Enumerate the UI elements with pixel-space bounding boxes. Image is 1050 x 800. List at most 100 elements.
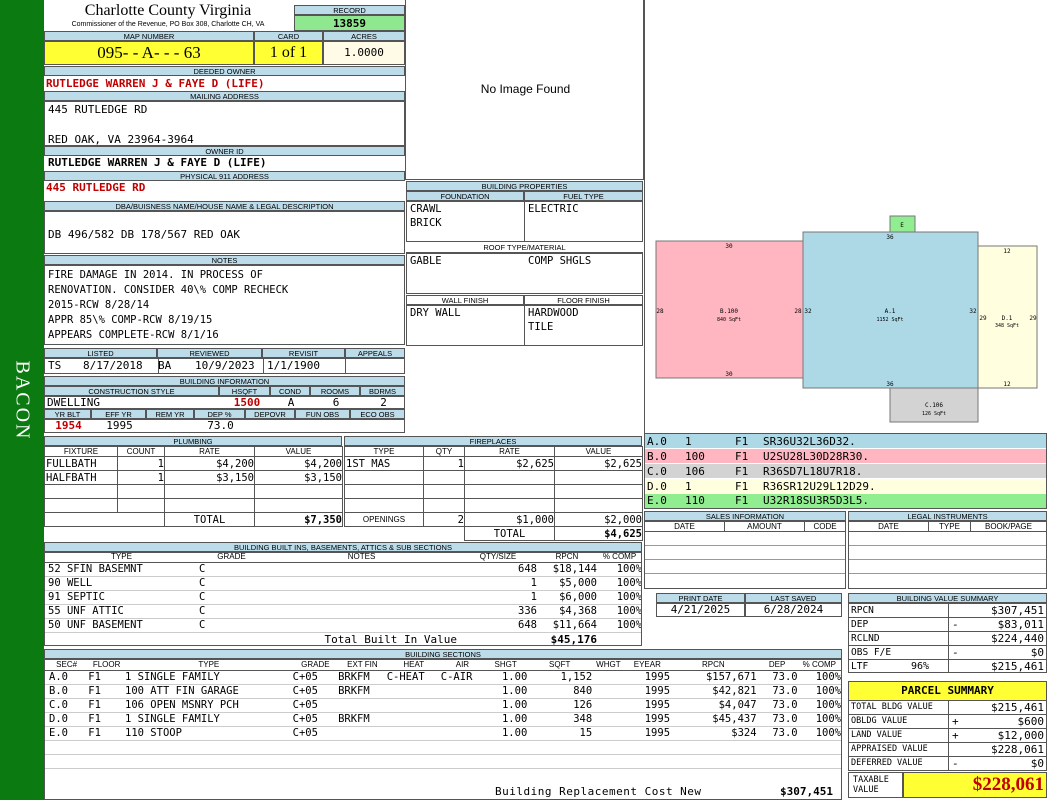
- built-in-type: 55 UNF ATTIC: [48, 605, 124, 617]
- fireplace-type: 1ST MAS: [344, 456, 424, 471]
- effyr-value: 1995: [106, 419, 133, 432]
- fireplace-header: VALUE: [554, 446, 643, 457]
- value-summary-label-text: OBS F/E: [851, 647, 892, 658]
- listed-label: LISTED: [44, 348, 157, 358]
- building-info-row: DWELLING 1500 A 6 2: [44, 396, 405, 409]
- sketch-code-num: 106: [685, 465, 705, 478]
- section-row: C.0 F1 106 OPEN MSNRY PCH C+05 1.00 126 …: [45, 698, 841, 712]
- section-cell: C+05: [292, 671, 318, 683]
- built-in-row: 91 SEPTIC C 1 $6,000 100%: [44, 590, 642, 604]
- section-cell: 73.0: [772, 685, 798, 697]
- building-sketch: E B.100 840 SqFt A.1 1152 SqFt D.1 348 S…: [655, 215, 1038, 423]
- acres-label: ACRES: [323, 31, 405, 41]
- value-summary-sign: -: [952, 646, 959, 659]
- section-cell: $4,047: [718, 699, 757, 711]
- value-summary-row: DEP - $83,011: [849, 618, 1046, 632]
- section-cell: [387, 684, 441, 698]
- parcel-row: TOTAL BLDG VALUE $215,461: [849, 701, 1046, 715]
- commissioner-address: Commissioner of the Revenue, PO Box 308,…: [71, 21, 265, 28]
- section-cell: 73.0: [772, 713, 798, 725]
- section-cell: A.0: [49, 671, 68, 683]
- plumbing-rate: $4,200: [164, 456, 255, 471]
- parcel-row-sign: +: [952, 729, 959, 742]
- fireplace-header: TYPE: [344, 446, 424, 457]
- built-in-comp: 100%: [616, 605, 642, 617]
- roof-label: ROOF TYPE/MATERIAL: [406, 243, 643, 253]
- sketch-label-d: D.1: [1002, 315, 1013, 322]
- parcel-row-label: OBLDG VALUE: [851, 716, 908, 726]
- legal-header: BOOK/PAGE: [985, 522, 1032, 531]
- county-title: Charlotte County Virginia: [84, 2, 252, 19]
- section-cell: B.0: [49, 685, 68, 697]
- plumbing-total: $7,350: [254, 512, 343, 527]
- built-in-rpcn: $5,000: [559, 577, 597, 589]
- built-ins-header: QTY/SIZE: [479, 552, 517, 562]
- print-date: 4/21/2025: [656, 603, 745, 617]
- openings-rate: $1,000: [464, 512, 555, 527]
- section-cell: BRKFM: [338, 685, 370, 697]
- year-row: 1954 1995 73.0: [44, 419, 405, 433]
- remyr-label: REM YR: [146, 409, 194, 419]
- sketch-code-floor: F1: [735, 435, 749, 448]
- built-in-type: 91 SEPTIC: [48, 591, 105, 603]
- plumbing-header: RATE: [164, 446, 255, 457]
- section-cell: 1995: [644, 727, 671, 739]
- sketch-code-path: SR36U32L36D32.: [763, 435, 856, 448]
- sales-header: DATE: [645, 522, 725, 531]
- section-cell: 100 ATT FIN GARAGE: [125, 685, 239, 697]
- floor-finish-value: TILE: [528, 321, 554, 333]
- listed-date: 8/17/2018: [83, 359, 143, 372]
- section-cell: [441, 698, 484, 712]
- sketch-area: E B.100 840 SqFt A.1 1152 SqFt D.1 348 S…: [644, 0, 1050, 433]
- section-cell: 106 OPEN MSNRY PCH: [125, 699, 239, 711]
- section-cell: 15: [579, 727, 593, 739]
- photo-area: No Image Found: [405, 0, 644, 180]
- dim-label: 32: [804, 308, 812, 315]
- section-cell: 1.00: [501, 727, 528, 739]
- section-cell: 1995: [644, 685, 671, 697]
- built-in-rpcn: $6,000: [559, 591, 597, 603]
- section-cell: 73.0: [772, 671, 798, 683]
- record-label: RECORD: [294, 5, 405, 15]
- sketch-code: D.0: [647, 480, 667, 493]
- section-cell: 100%: [815, 699, 841, 711]
- section-cell: F1: [88, 685, 101, 697]
- funobs-label: FUN OBS: [295, 409, 350, 419]
- section-cell: C.0: [49, 699, 68, 711]
- sketch-code-num: 1: [685, 435, 692, 448]
- parcel-row-value: $600: [1017, 715, 1045, 728]
- section-cell: 100%: [815, 713, 841, 725]
- finish-box: DRY WALL HARDWOOD TILE: [406, 305, 643, 346]
- built-in-notes: [264, 604, 459, 618]
- plumbing-rate: $3,150: [164, 470, 255, 485]
- value-summary-label-text: RCLND: [851, 633, 880, 644]
- value-summary-value: $224,440: [991, 632, 1044, 645]
- built-in-qty: 648: [518, 619, 537, 631]
- sketch-code-list: A.0 1 F1 SR36U32L36D32. B.0 100 F1 U2SU2…: [644, 433, 1047, 509]
- parcel-summary-title: PARCEL SUMMARY: [848, 681, 1047, 701]
- legal-instruments-table: DATE TYPE BOOK/PAGE: [848, 521, 1047, 589]
- building-information-label: BUILDING INFORMATION: [44, 376, 405, 386]
- fuel-type-value: ELECTRIC: [528, 203, 579, 215]
- section-header: % COMP: [802, 660, 836, 670]
- value-summary-label: BUILDING VALUE SUMMARY: [848, 593, 1047, 603]
- plumbing-header: FIXTURE: [44, 446, 118, 457]
- built-in-qty: 1: [530, 577, 537, 589]
- openings-value: $2,000: [554, 512, 643, 527]
- sketch-code-path: R36SR12U29L12D29.: [763, 480, 876, 493]
- dep-label: DEP %: [194, 409, 245, 419]
- section-cell: [387, 698, 441, 712]
- section-cell: 73.0: [772, 699, 798, 711]
- section-header: SHGT: [494, 660, 517, 670]
- dim-label: 30: [725, 243, 733, 250]
- section-cell: 100%: [815, 685, 841, 697]
- last-saved: 6/28/2024: [745, 603, 842, 617]
- section-cell: 1995: [644, 699, 671, 711]
- no-image-text: No Image Found: [480, 82, 571, 96]
- section-cell: F1: [88, 727, 101, 739]
- roof-material-value: COMP SHGLS: [528, 255, 592, 267]
- fireplace-total-label: TOTAL: [464, 526, 555, 541]
- sketch-code-num: 100: [685, 450, 705, 463]
- section-cell: C+05: [292, 699, 318, 711]
- depovr-label: DEPOVR: [245, 409, 295, 419]
